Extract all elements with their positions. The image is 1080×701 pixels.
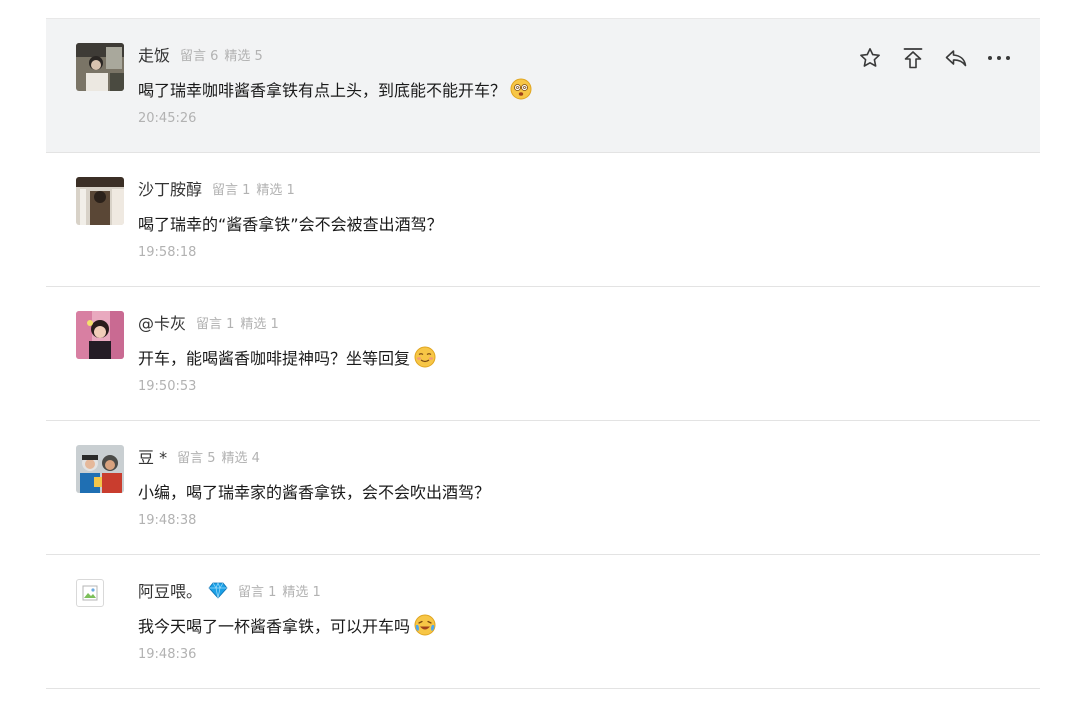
reply-icon[interactable] xyxy=(943,45,969,71)
comment-content: 开车，能喝酱香咖啡提神吗？坐等回复 xyxy=(138,345,436,369)
smirk-emoji xyxy=(414,346,436,368)
message-count: 留言 6 xyxy=(180,48,219,64)
comment-header: @卡灰 留言 1 精选 1 xyxy=(138,311,279,333)
comment-item[interactable]: 阿豆喂。 留言 1 精选 1 我今天喝了一杯酱香拿铁，可以开车吗 19:48:3… xyxy=(46,555,1040,689)
comment-item[interactable]: 走饭 留言 6 精选 5 喝了瑞幸咖啡酱香拿铁有点上头，到底能不能开车？ 20:4… xyxy=(46,19,1040,153)
comment-text: 我今天喝了一杯酱香拿铁，可以开车吗 xyxy=(138,617,411,636)
message-count: 留言 1 xyxy=(212,182,251,198)
nickname[interactable]: 走饭 xyxy=(138,42,170,66)
message-count: 留言 5 xyxy=(177,450,216,466)
timestamp: 19:50:53 xyxy=(138,379,197,394)
timestamp: 19:48:38 xyxy=(138,513,197,528)
timestamp: 19:58:18 xyxy=(138,245,197,260)
comment-item[interactable]: 豆 * 留言 5 精选 4 小编，喝了瑞幸家的酱香拿铁，会不会吹出酒驾？ 19:4… xyxy=(46,421,1040,555)
nickname[interactable]: 沙丁胺醇 xyxy=(138,176,202,200)
avatar[interactable] xyxy=(76,177,124,225)
comment-content: 喝了瑞幸咖啡酱香拿铁有点上头，到底能不能开车？ xyxy=(138,77,532,101)
broken-image-avatar[interactable] xyxy=(76,579,104,607)
user-stats: 留言 5 精选 4 xyxy=(177,447,260,466)
avatar[interactable] xyxy=(76,445,124,493)
comment-header: 走饭 留言 6 精选 5 xyxy=(138,43,263,65)
comment-text: 喝了瑞幸咖啡酱香拿铁有点上头，到底能不能开车？ xyxy=(138,81,507,100)
featured-count: 精选 1 xyxy=(240,316,279,332)
comment-text: 小编，喝了瑞幸家的酱香拿铁，会不会吹出酒驾？ xyxy=(138,483,491,502)
featured-count: 精选 4 xyxy=(221,450,260,466)
user-stats: 留言 1 精选 1 xyxy=(196,313,279,332)
comment-list: 走饭 留言 6 精选 5 喝了瑞幸咖啡酱香拿铁有点上头，到底能不能开车？ 20:4… xyxy=(46,18,1040,689)
nickname[interactable]: 豆 * xyxy=(138,444,167,468)
comment-content: 我今天喝了一杯酱香拿铁，可以开车吗 xyxy=(138,613,436,637)
comment-header: 阿豆喂。 留言 1 精选 1 xyxy=(138,579,321,601)
message-count: 留言 1 xyxy=(238,584,277,600)
user-stats: 留言 1 精选 1 xyxy=(212,179,295,198)
comment-item[interactable]: @卡灰 留言 1 精选 1 开车，能喝酱香咖啡提神吗？坐等回复 19:50:53 xyxy=(46,287,1040,421)
message-count: 留言 1 xyxy=(196,316,235,332)
comment-header: 沙丁胺醇 留言 1 精选 1 xyxy=(138,177,295,199)
pin-to-top-icon[interactable] xyxy=(900,45,926,71)
comment-item[interactable]: 沙丁胺醇 留言 1 精选 1 喝了瑞幸的“酱香拿铁”会不会被查出酒驾？ 19:58… xyxy=(46,153,1040,287)
nickname[interactable]: @卡灰 xyxy=(138,310,186,334)
featured-count: 精选 5 xyxy=(224,48,263,64)
timestamp: 20:45:26 xyxy=(138,111,197,126)
avatar[interactable] xyxy=(76,43,124,91)
featured-count: 精选 1 xyxy=(256,182,295,198)
user-stats: 留言 6 精选 5 xyxy=(180,45,263,64)
dizzy-face-emoji xyxy=(510,78,532,100)
comment-text: 喝了瑞幸的“酱香拿铁”会不会被查出酒驾？ xyxy=(138,215,443,234)
nickname[interactable]: 阿豆喂。 xyxy=(138,578,202,602)
star-icon[interactable] xyxy=(857,45,883,71)
timestamp: 19:48:36 xyxy=(138,647,197,662)
diamond-icon xyxy=(208,581,228,599)
comment-text: 开车，能喝酱香咖啡提神吗？坐等回复 xyxy=(138,349,411,368)
featured-count: 精选 1 xyxy=(282,584,321,600)
comment-content: 喝了瑞幸的“酱香拿铁”会不会被查出酒驾？ xyxy=(138,211,443,235)
laugh-cry-emoji xyxy=(414,614,436,636)
comment-actions xyxy=(840,45,1012,71)
comment-header: 豆 * 留言 5 精选 4 xyxy=(138,445,260,467)
avatar[interactable] xyxy=(76,311,124,359)
comment-content: 小编，喝了瑞幸家的酱香拿铁，会不会吹出酒驾？ xyxy=(138,479,490,503)
more-icon[interactable] xyxy=(986,45,1012,71)
user-stats: 留言 1 精选 1 xyxy=(238,581,321,600)
